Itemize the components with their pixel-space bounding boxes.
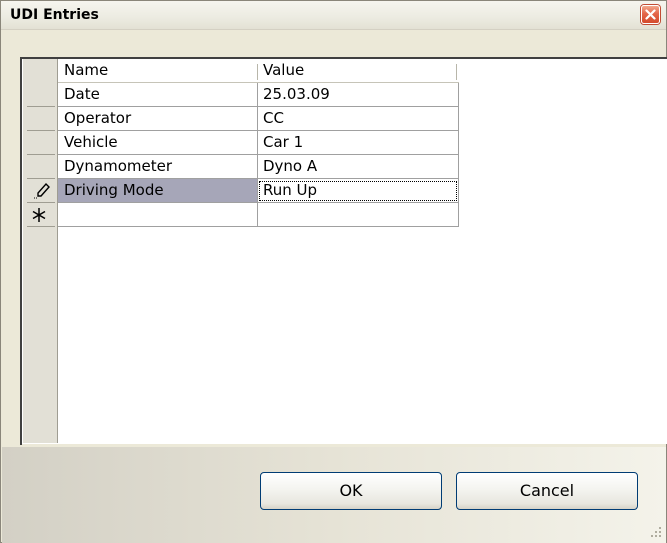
cell-value[interactable]: 25.03.09 (257, 83, 459, 107)
cell-name[interactable]: Vehicle (58, 131, 258, 155)
column-header-corner[interactable] (23, 59, 57, 83)
cell-value-editing[interactable]: Run Up (257, 179, 459, 203)
cell-name[interactable]: Operator (58, 107, 258, 131)
cancel-button[interactable]: Cancel (456, 472, 638, 510)
column-header-name[interactable]: Name (58, 59, 258, 83)
row-header-new[interactable] (23, 203, 57, 227)
cell-name[interactable]: Dynamometer (58, 155, 258, 179)
row-header[interactable] (23, 107, 57, 131)
ok-button[interactable]: OK (260, 472, 442, 510)
cell-value[interactable]: CC (257, 107, 459, 131)
row-header-editing[interactable] (23, 179, 57, 203)
close-button[interactable] (641, 5, 660, 24)
column-header-value[interactable]: Value (257, 59, 459, 83)
title-bar[interactable]: UDI Entries (1, 1, 666, 30)
cell-name[interactable]: Date (58, 83, 258, 107)
column-divider[interactable] (257, 64, 258, 80)
column-divider[interactable] (456, 64, 457, 80)
row-header[interactable] (23, 83, 57, 107)
new-row-cell-name[interactable] (58, 203, 258, 227)
udi-entries-dialog: UDI Entries Name Value Date 25.03.09 Ope… (0, 0, 667, 543)
pencil-icon (34, 182, 50, 199)
dialog-title: UDI Entries (10, 7, 99, 23)
cell-value[interactable]: Car 1 (257, 131, 459, 155)
close-icon (645, 9, 656, 20)
row-header[interactable] (23, 155, 57, 179)
row-header[interactable] (23, 131, 57, 155)
resize-grip-icon[interactable] (650, 526, 662, 538)
new-row-cell-value[interactable] (257, 203, 459, 227)
cell-name-selected[interactable]: Driving Mode (58, 179, 258, 203)
row-header-column (23, 59, 58, 443)
asterisk-icon (32, 208, 46, 222)
cell-value[interactable]: Dyno A (257, 155, 459, 179)
